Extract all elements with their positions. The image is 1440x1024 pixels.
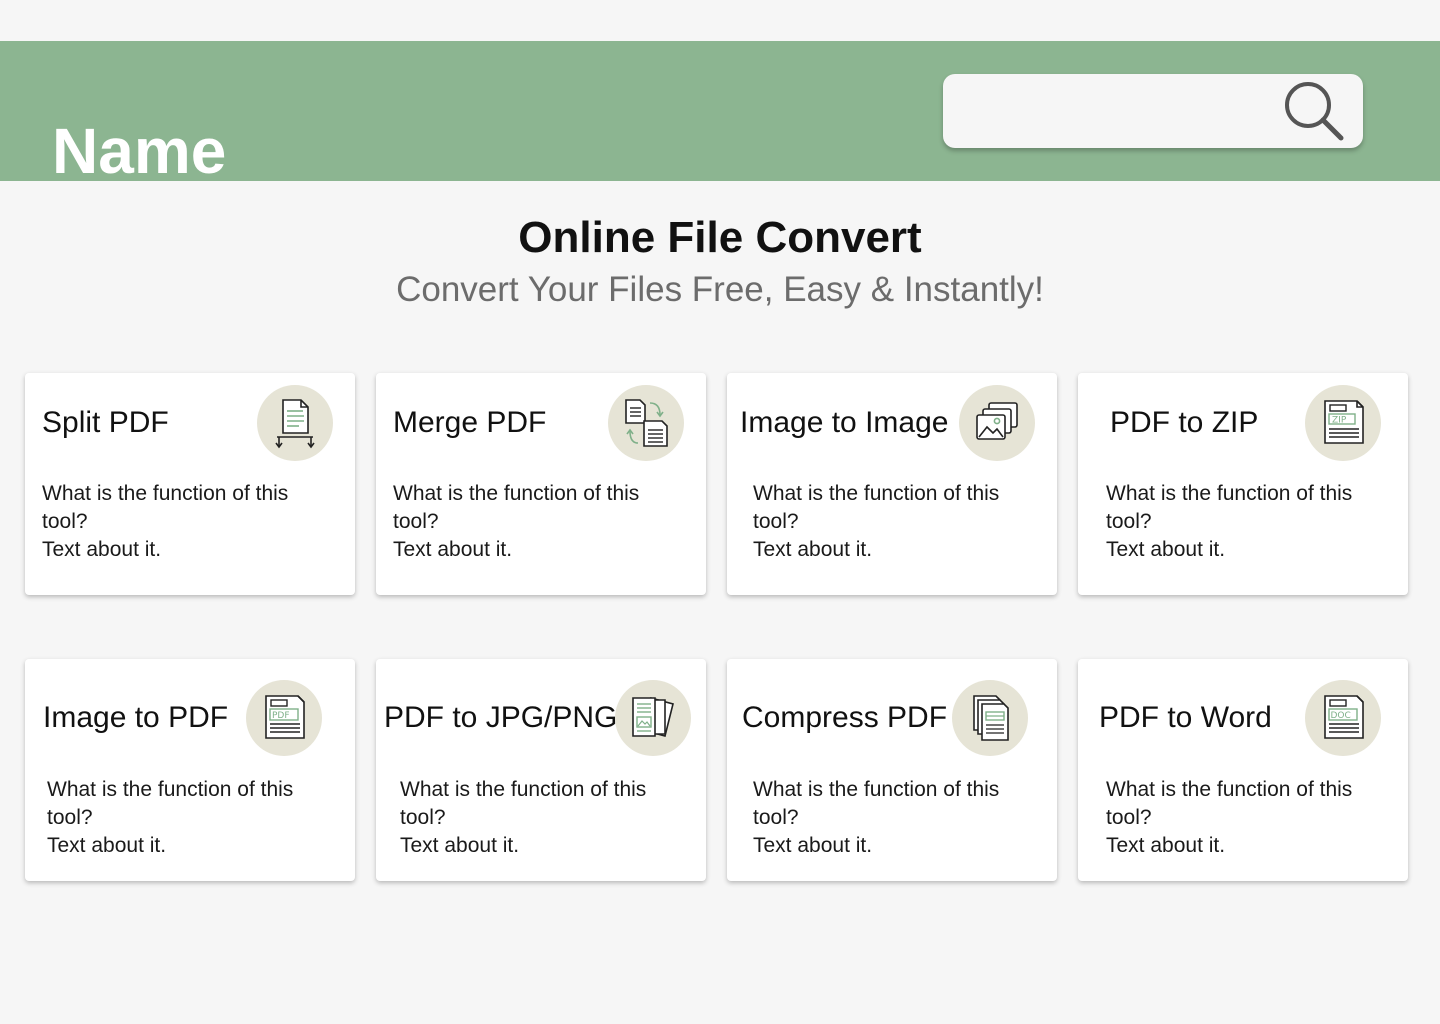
description-line: What is the function of this	[47, 778, 294, 801]
description-line: What is the function of this	[400, 778, 647, 801]
description-line: tool?	[47, 806, 93, 829]
tool-card-pdf-to-word[interactable]: PDF to Word DOC What is the function of …	[1078, 659, 1408, 881]
description-line: Text about it.	[753, 538, 873, 561]
tool-card-image-to-image[interactable]: Image to Image What is the function of t…	[727, 373, 1057, 595]
tool-card-title: Merge PDF	[393, 406, 547, 439]
pdf-to-jpg-png-icon	[615, 680, 691, 756]
tool-card-description: What is the function of this tool? Text …	[42, 480, 332, 564]
description-line: What is the function of this	[393, 482, 640, 505]
image-to-pdf-icon: PDF	[246, 680, 322, 756]
tool-card-image-to-pdf[interactable]: Image to PDF PDF What is the function of…	[25, 659, 355, 881]
description-line: What is the function of this	[753, 778, 1000, 801]
tool-card-title: PDF to Word	[1099, 701, 1272, 734]
header-bar: Name	[0, 41, 1440, 187]
search-input[interactable]	[963, 86, 1283, 136]
description-line: tool?	[753, 510, 799, 533]
tool-card-title: PDF to ZIP	[1110, 406, 1259, 439]
description-line: tool?	[1106, 510, 1152, 533]
tool-card-title: Image to Image	[740, 406, 949, 439]
description-line: tool?	[1106, 806, 1152, 829]
pdf-to-zip-icon: ZIP	[1305, 385, 1381, 461]
tool-card-description: What is the function of this tool? Text …	[393, 480, 683, 564]
tool-card-title: Split PDF	[42, 406, 169, 439]
description-line: Text about it.	[753, 834, 873, 857]
tool-card-compress-pdf[interactable]: Compress PDF What is the function of thi…	[727, 659, 1057, 881]
description-line: Text about it.	[1106, 834, 1226, 857]
tool-card-title: Image to PDF	[43, 701, 229, 734]
description-line: tool?	[400, 806, 446, 829]
merge-pdf-icon	[608, 385, 684, 461]
tool-card-description: What is the function of this tool? Text …	[47, 776, 337, 860]
split-pdf-icon	[257, 385, 333, 461]
description-line: What is the function of this	[42, 482, 289, 505]
description-line: Text about it.	[393, 538, 513, 561]
tool-card-description: What is the function of this tool? Text …	[400, 776, 690, 860]
zip-icon-label: ZIP	[1332, 416, 1347, 426]
tool-card-split-pdf[interactable]: Split PDF What is the function of this t…	[25, 373, 355, 595]
page-subtitle: Convert Your Files Free, Easy & Instantl…	[396, 270, 1044, 309]
tool-card-description: What is the function of this tool? Text …	[1106, 480, 1396, 564]
tool-card-title: Compress PDF	[742, 701, 948, 734]
description-line: What is the function of this	[753, 482, 1000, 505]
tool-card-description: What is the function of this tool? Text …	[753, 480, 1043, 564]
description-line: Text about it.	[47, 834, 167, 857]
page-title: Online File Convert	[518, 213, 922, 262]
tool-card-pdf-to-jpg-png[interactable]: PDF to JPG/PNG What is the function of t…	[376, 659, 706, 881]
description-line: What is the function of this	[1106, 482, 1353, 505]
doc-icon-label: DOC	[1331, 711, 1351, 721]
pdf-to-word-icon: DOC	[1305, 680, 1381, 756]
tool-card-description: What is the function of this tool? Text …	[1106, 776, 1396, 860]
description-line: What is the function of this	[1106, 778, 1353, 801]
compress-pdf-icon	[952, 680, 1028, 756]
pdf-icon-label: PDF	[272, 711, 290, 721]
description-line: tool?	[42, 510, 88, 533]
search-box[interactable]	[943, 74, 1363, 148]
tool-card-merge-pdf[interactable]: Merge PDF What is the function of this t…	[376, 373, 706, 595]
description-line: Text about it.	[1106, 538, 1226, 561]
search-icon[interactable]	[1283, 80, 1345, 142]
description-line: Text about it.	[42, 538, 162, 561]
description-line: Text about it.	[400, 834, 520, 857]
description-line: tool?	[753, 806, 799, 829]
tool-card-title: PDF to JPG/PNG	[384, 701, 618, 734]
brand-name[interactable]: Name	[52, 115, 226, 187]
tool-card-description: What is the function of this tool? Text …	[753, 776, 1043, 860]
description-line: tool?	[393, 510, 439, 533]
tool-card-pdf-to-zip[interactable]: PDF to ZIP ZIP What is the function of t…	[1078, 373, 1408, 595]
image-to-image-icon	[959, 385, 1035, 461]
